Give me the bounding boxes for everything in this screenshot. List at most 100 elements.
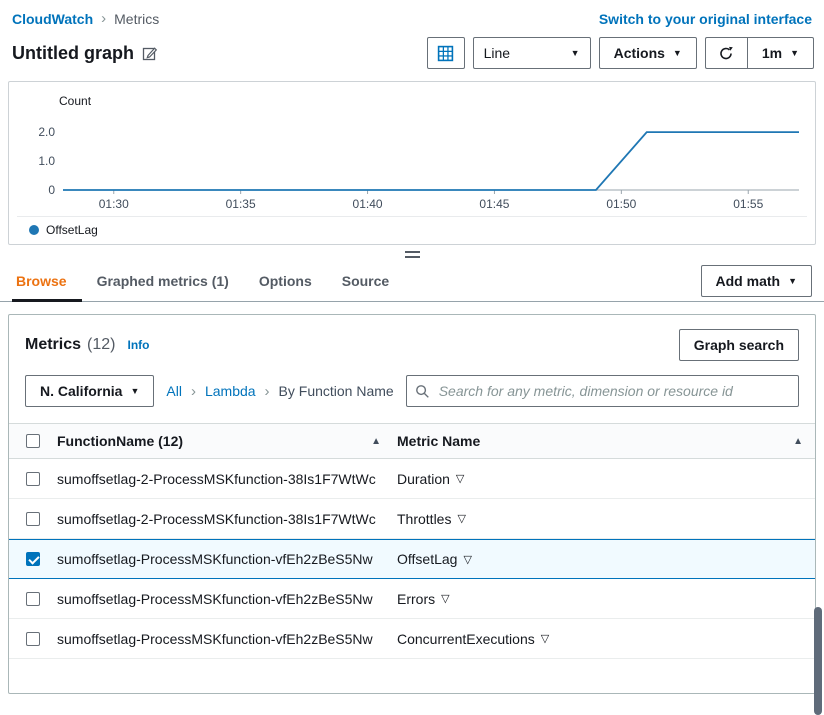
chart-y-axis-label: Count — [59, 94, 92, 108]
metric-name-cell: ConcurrentExecutions — [397, 630, 535, 647]
function-name-cell: sumoffsetlag-ProcessMSKfunction-vfEh2zBe… — [57, 551, 373, 567]
table-row[interactable]: sumoffsetlag-ProcessMSKfunction-vfEh2zBe… — [9, 619, 815, 659]
svg-text:01:45: 01:45 — [479, 197, 509, 211]
row-checkbox[interactable] — [26, 511, 40, 526]
table-row[interactable]: sumoffsetlag-ProcessMSKfunction-vfEh2zBe… — [9, 539, 815, 579]
metrics-count: (12) — [87, 336, 116, 353]
breadcrumb-by-function-name: By Function Name — [278, 383, 394, 399]
info-link[interactable]: Info — [127, 338, 149, 352]
metric-filter-icon[interactable]: ▽ — [463, 553, 471, 566]
tab-source[interactable]: Source — [327, 260, 404, 302]
resize-handle[interactable] — [404, 251, 420, 258]
svg-text:01:30: 01:30 — [99, 197, 129, 211]
add-math-label: Add math — [715, 272, 781, 289]
metrics-header: Metrics (12) Info Graph search — [25, 329, 799, 361]
function-name-cell: sumoffsetlag-2-ProcessMSKfunction-38Is1F… — [57, 510, 376, 527]
chart-type-select[interactable]: Line ▼ — [472, 37, 591, 69]
actions-label: Actions — [613, 45, 665, 61]
chart-panel: Count 0 1.0 2.0 01:30 01:35 01:40 01:45 01:50 01… — [8, 81, 816, 245]
graph-header-row: Untitled graph Line ▼ Actions ▼ 1m ▼ — [0, 27, 824, 69]
metric-name-cell: Duration — [397, 470, 450, 487]
row-checkbox[interactable] — [26, 552, 40, 566]
search-icon — [415, 384, 429, 398]
svg-text:01:50: 01:50 — [606, 197, 636, 211]
function-name-cell: sumoffsetlag-2-ProcessMSKfunction-38Is1F… — [57, 470, 376, 487]
metric-filter-icon[interactable]: ▽ — [457, 512, 465, 525]
region-select[interactable]: N. California ▼ — [25, 375, 155, 407]
metric-filter-icon[interactable]: ▽ — [456, 472, 464, 485]
select-all-checkbox[interactable] — [26, 434, 40, 448]
table-row[interactable]: sumoffsetlag-ProcessMSKfunction-vfEh2zBe… — [9, 579, 815, 619]
row-checkbox[interactable] — [26, 471, 40, 486]
actions-button[interactable]: Actions ▼ — [598, 37, 697, 69]
graph-toolbar: Line ▼ Actions ▼ 1m ▼ — [426, 37, 814, 69]
chart-type-value: Line — [483, 45, 511, 61]
chevron-down-icon: ▼ — [130, 386, 140, 396]
chevron-down-icon: ▼ — [790, 48, 799, 58]
metrics-panel: Metrics (12) Info Graph search N. Califo… — [8, 314, 816, 694]
chevron-down-icon: ▼ — [672, 48, 682, 58]
tab-options[interactable]: Options — [244, 260, 327, 302]
metrics-table: FunctionName (12) ▲ Metric Name ▲ sumoff… — [9, 423, 815, 659]
chevron-down-icon: ▼ — [788, 275, 797, 286]
function-name-cell: sumoffsetlag-ProcessMSKfunction-vfEh2zBe… — [57, 630, 373, 647]
breadcrumb-separator: › — [101, 10, 107, 27]
add-math-button[interactable]: Add math ▼ — [700, 264, 812, 297]
breadcrumb: CloudWatch › Metrics — [12, 10, 159, 27]
tab-graphed-metrics[interactable]: Graphed metrics (1) — [82, 260, 244, 302]
top-bar: CloudWatch › Metrics Switch to your orig… — [0, 0, 824, 27]
graph-search-button[interactable]: Graph search — [678, 329, 799, 361]
chevron-down-icon: ▼ — [570, 48, 580, 58]
line-chart: 0 1.0 2.0 01:30 01:35 01:40 01:45 01:50 01:55 — [38, 125, 799, 211]
tab-browse[interactable]: Browse — [12, 260, 82, 302]
breadcrumb-all-link[interactable]: All — [166, 383, 182, 399]
legend-swatch — [29, 225, 39, 235]
refresh-icon — [720, 46, 734, 60]
metric-name-cell: Throttles — [397, 510, 452, 527]
svg-text:01:40: 01:40 — [353, 197, 383, 211]
search-input[interactable] — [436, 382, 790, 400]
row-checkbox[interactable] — [26, 591, 40, 606]
function-name-cell: sumoffsetlag-ProcessMSKfunction-vfEh2zBe… — [57, 590, 373, 607]
table-header-row: FunctionName (12) ▲ Metric Name ▲ — [9, 423, 815, 459]
table-row[interactable]: sumoffsetlag-2-ProcessMSKfunction-38Is1F… — [9, 499, 815, 539]
table-row[interactable]: sumoffsetlag-2-ProcessMSKfunction-38Is1F… — [9, 459, 815, 499]
tabs-bar: Browse Graphed metrics (1) Options Sourc… — [0, 260, 824, 302]
legend-item-offsetlag[interactable]: OffsetLag — [17, 216, 807, 242]
svg-text:0: 0 — [48, 183, 55, 197]
number-widget-button[interactable] — [426, 37, 465, 69]
svg-text:1.0: 1.0 — [38, 154, 55, 168]
metric-name-cell: OffsetLag — [397, 551, 458, 567]
metric-name-cell: Errors — [397, 590, 436, 607]
breadcrumb-separator: › — [264, 382, 270, 400]
legend-label: OffsetLag — [46, 223, 98, 237]
refresh-interval-value: 1m — [761, 45, 783, 61]
metrics-title: Metrics — [25, 336, 82, 353]
row-checkbox[interactable] — [26, 631, 40, 646]
metrics-filter-row: N. California ▼ All › Lambda › By Functi… — [25, 375, 799, 407]
refresh-interval-select[interactable]: 1m ▼ — [746, 37, 814, 69]
grid-icon — [437, 45, 454, 61]
sort-ascending-icon[interactable]: ▲ — [793, 436, 803, 447]
edit-title-icon[interactable] — [142, 45, 158, 61]
metric-filter-icon[interactable]: ▽ — [441, 592, 449, 605]
refresh-button[interactable] — [704, 37, 747, 69]
metrics-breadcrumb: All › Lambda › By Function Name — [166, 383, 393, 400]
svg-text:01:55: 01:55 — [733, 197, 763, 211]
panel-divider — [0, 245, 824, 260]
breadcrumb-separator: › — [190, 382, 196, 400]
metric-filter-icon[interactable]: ▽ — [541, 632, 549, 645]
metric-search-box[interactable] — [405, 375, 799, 407]
breadcrumb-current-page: Metrics — [114, 10, 160, 27]
refresh-control: 1m ▼ — [704, 37, 814, 69]
region-value: N. California — [40, 383, 123, 399]
sort-ascending-icon[interactable]: ▲ — [371, 436, 381, 447]
breadcrumb-cloudwatch-link[interactable]: CloudWatch — [12, 11, 93, 27]
svg-text:2.0: 2.0 — [38, 125, 55, 139]
column-function-name[interactable]: FunctionName (12) — [57, 433, 183, 449]
switch-interface-link[interactable]: Switch to your original interface — [599, 11, 812, 27]
svg-text:01:35: 01:35 — [226, 197, 256, 211]
breadcrumb-lambda-link[interactable]: Lambda — [205, 383, 256, 399]
vertical-scrollbar-thumb[interactable] — [814, 607, 822, 715]
column-metric-name[interactable]: Metric Name — [397, 433, 480, 449]
